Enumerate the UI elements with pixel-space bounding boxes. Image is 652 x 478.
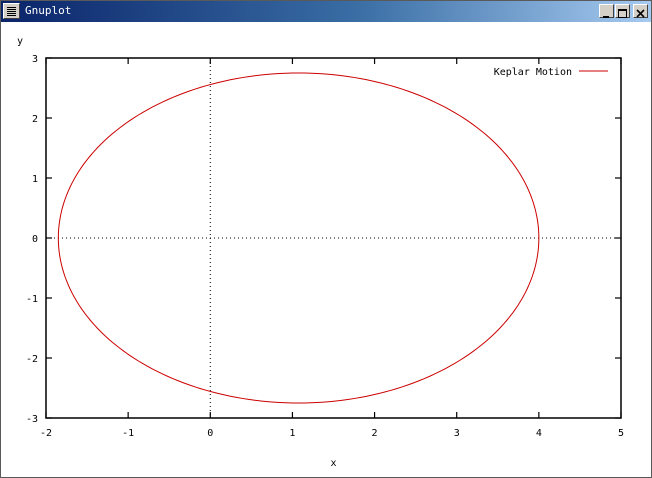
x-tick-label: 0 [207,428,213,439]
y-tick-label: 3 [32,54,38,65]
legend-label: Keplar Motion [494,67,572,78]
y-tick-label: -1 [26,294,38,305]
y-tick-label: 2 [32,114,38,125]
title-bar[interactable]: Gnuplot [1,1,651,22]
close-icon [636,9,645,18]
menu-icon[interactable] [3,3,20,19]
window-title: Gnuplot [25,4,72,17]
close-button[interactable] [633,4,648,18]
x-tick-label: -2 [40,428,52,439]
x-axis-label: x [330,458,336,469]
plot-area: -2 -1 0 1 2 3 4 53210-1-2-3xy Keplar Motion [17,36,624,469]
minimize-icon [603,16,609,18]
minimize-button[interactable] [599,4,614,18]
x-tick-label: 4 [536,428,542,439]
x-tick-label: -1 [122,428,134,439]
y-tick-label: 1 [32,174,38,185]
maximize-button[interactable] [615,4,630,18]
y-tick-label: -2 [26,354,38,365]
x-tick-label: 5 [618,428,624,439]
y-axis-label: y [17,36,23,47]
gnuplot-window: Gnuplot -2 -1 0 1 2 3 4 5 3 2 1 0 -1 -2 -3 x y Keplar Mo… [0,0,652,478]
y-tick-label: -3 [26,414,38,425]
x-tick-label: 1 [289,428,295,439]
x-tick-label: 2 [372,428,378,439]
maximize-icon [618,9,627,18]
y-tick-label: 0 [32,234,38,245]
x-tick-label: 3 [454,428,460,439]
